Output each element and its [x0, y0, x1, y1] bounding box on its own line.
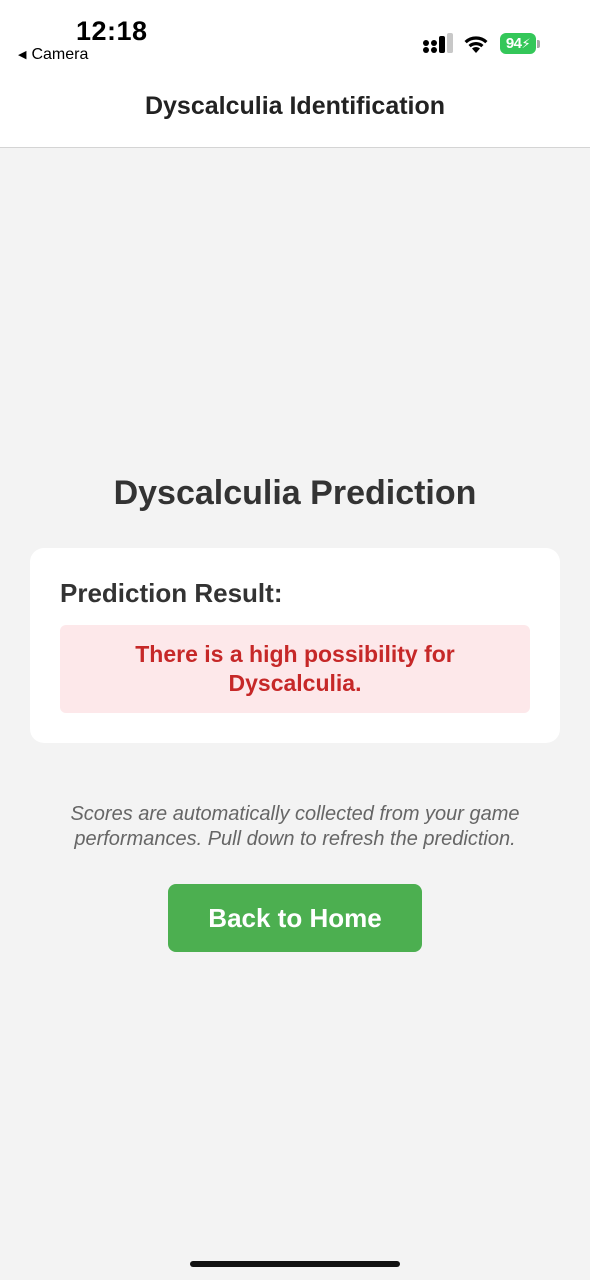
prediction-result-label: Prediction Result:: [60, 578, 283, 608]
back-app-label: Camera: [31, 46, 89, 63]
back-triangle-icon: ◀: [18, 48, 27, 61]
status-bar: 12:18 ◀ Camera 94 ⚡: [0, 0, 590, 76]
cellular-signal-icon: [423, 33, 453, 53]
info-text: Scores are automatically collected from …: [70, 803, 520, 850]
home-indicator[interactable]: [190, 1261, 400, 1267]
prediction-heading: Dyscalculia Prediction: [113, 474, 477, 512]
prediction-result-text: There is a high possibility for Dyscalcu…: [135, 641, 455, 696]
battery-level: 94 ⚡: [500, 33, 536, 54]
battery-cap: [537, 39, 540, 48]
back-to-app-link[interactable]: ◀ Camera: [18, 46, 88, 64]
prediction-result-card: Prediction Result: There is a high possi…: [30, 548, 560, 743]
wifi-icon: [464, 36, 488, 53]
battery-icon: 94 ⚡: [500, 33, 542, 54]
charging-bolt-icon: ⚡: [521, 35, 531, 51]
page-title: Dyscalculia Identification: [144, 92, 446, 120]
status-time: 12:18: [76, 16, 148, 46]
prediction-result-box: There is a high possibility for Dyscalcu…: [60, 625, 530, 713]
nav-header: Dyscalculia Identification: [0, 76, 590, 148]
back-to-home-button[interactable]: Back to Home: [168, 884, 422, 952]
